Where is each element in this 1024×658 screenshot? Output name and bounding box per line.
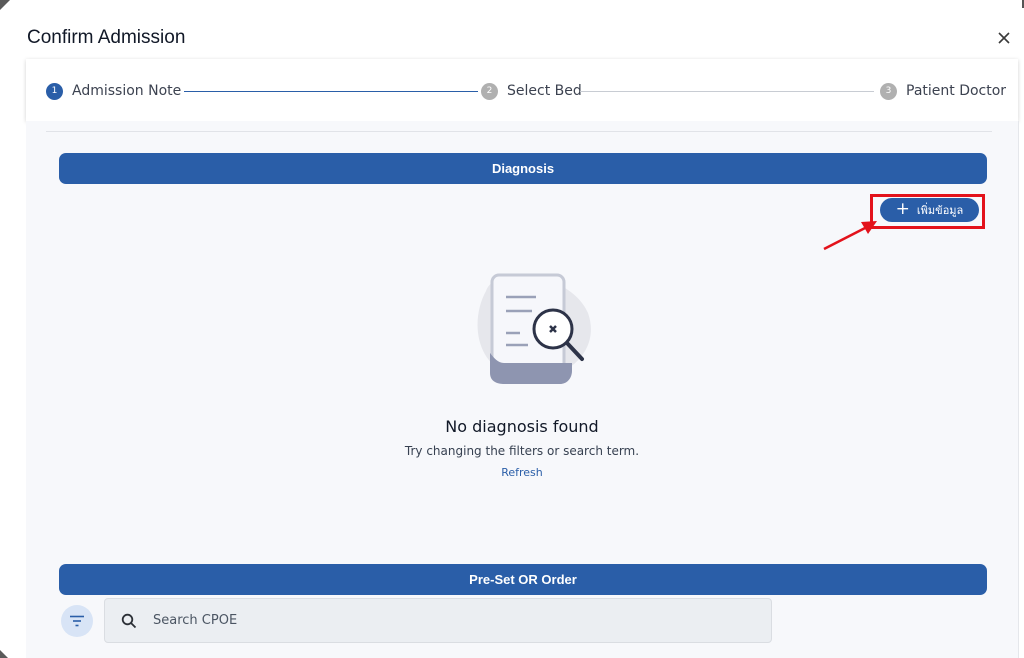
step-connector-2: [580, 91, 874, 92]
step-select-bed[interactable]: 2 Select Bed: [481, 79, 582, 103]
filter-icon: [70, 615, 84, 627]
divider: [46, 131, 992, 132]
close-button[interactable]: [992, 26, 1016, 50]
cpoe-search-box[interactable]: [104, 598, 772, 643]
step-label: Select Bed: [507, 83, 582, 99]
step-label: Patient Doctor: [906, 83, 1007, 99]
step-number-3: 3: [880, 82, 897, 100]
diagnosis-header: Diagnosis: [59, 153, 987, 184]
add-diagnosis-button[interactable]: + เพิ่มข้อมูล: [880, 198, 979, 222]
window-corner-bottom-left: [0, 650, 8, 658]
step-label: Admission Note: [72, 83, 182, 99]
empty-state-subtitle: Try changing the filters or search term.: [404, 444, 640, 458]
step-number-2: 2: [481, 82, 498, 100]
modal-title: Confirm Admission: [27, 27, 186, 48]
modal-content: Diagnosis + เพิ่มข้อมูล No diagnosis fou…: [26, 121, 1019, 658]
annotation-arrow: [823, 221, 877, 251]
admission-stepper: 1 Admission Note 2 Select Bed 3 Patient …: [26, 59, 1018, 121]
search-icon: [121, 613, 137, 628]
filter-button[interactable]: [61, 605, 93, 637]
document-magnifier-icon: [477, 273, 591, 384]
add-button-label: เพิ่มข้อมูล: [916, 204, 964, 217]
confirm-admission-modal: Confirm Admission 1 Admission Note 2 Sel…: [8, 8, 1024, 658]
refresh-link[interactable]: Refresh: [26, 466, 1018, 479]
cpoe-search-input[interactable]: [151, 612, 715, 629]
step-admission-note[interactable]: 1 Admission Note: [46, 79, 181, 103]
plus-icon: +: [895, 199, 910, 219]
step-number-1: 1: [46, 82, 63, 100]
preset-or-order-header: Pre-Set OR Order: [59, 564, 987, 595]
step-patient-doctor[interactable]: 3 Patient Doctor: [880, 79, 1006, 103]
close-icon: [998, 32, 1010, 44]
empty-state-title: No diagnosis found: [445, 417, 599, 436]
step-connector-1: [184, 91, 478, 92]
